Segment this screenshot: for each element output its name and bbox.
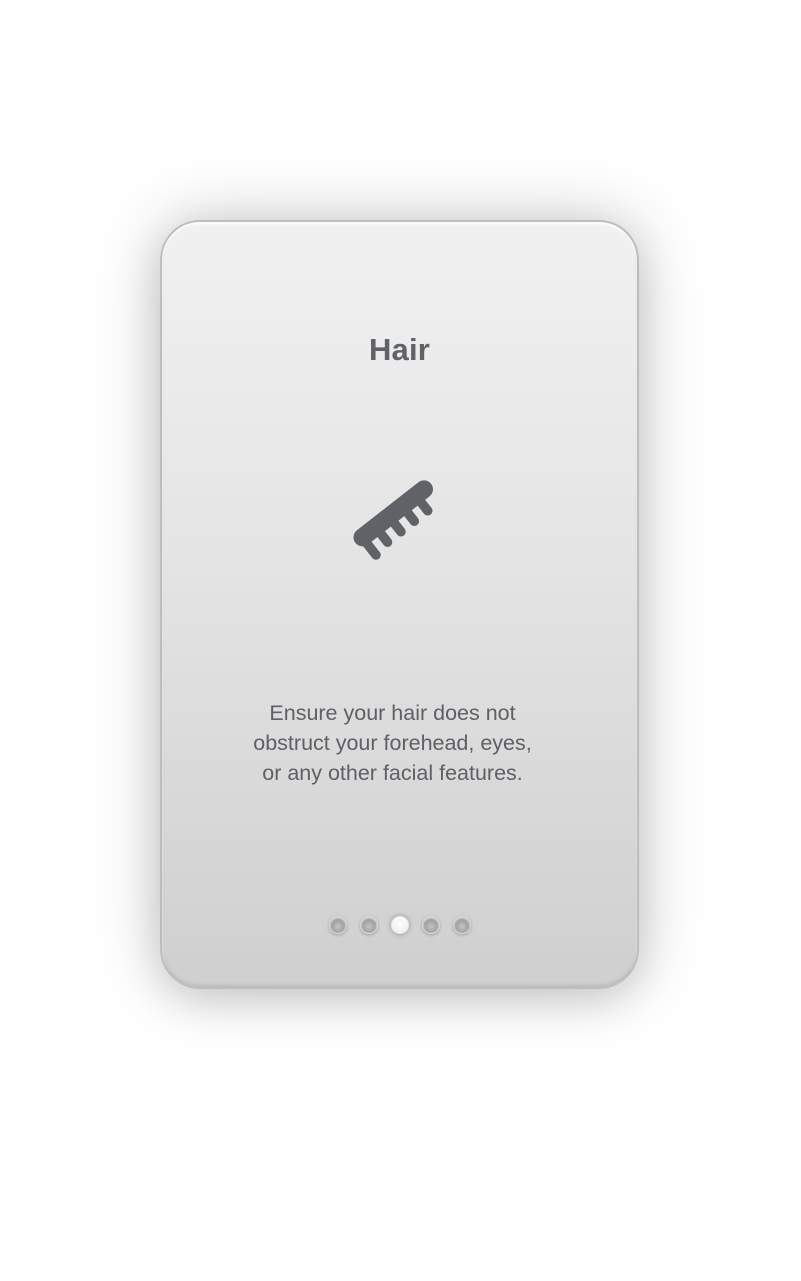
instruction-text: Ensure your hair does not obstruct your … — [202, 698, 583, 788]
instruction-line: obstruct your forehead, eyes, — [253, 731, 532, 755]
page-dot-4[interactable] — [421, 916, 440, 934]
instruction-card: Hair Ensure your hair does not obstruct … — [160, 220, 639, 989]
page-dot-2[interactable] — [359, 916, 378, 934]
page-indicator — [162, 916, 637, 934]
card-title: Hair — [368, 332, 431, 367]
comb-icon — [350, 472, 450, 572]
page-dot-3-active[interactable] — [390, 916, 409, 934]
screen: Hair Ensure your hair does not obstruct … — [0, 0, 801, 1281]
page-dot-1[interactable] — [328, 916, 347, 934]
instruction-line: Ensure your hair does not — [269, 701, 516, 725]
instruction-line: or any other facial features. — [262, 761, 523, 785]
page-dot-5[interactable] — [452, 916, 471, 934]
